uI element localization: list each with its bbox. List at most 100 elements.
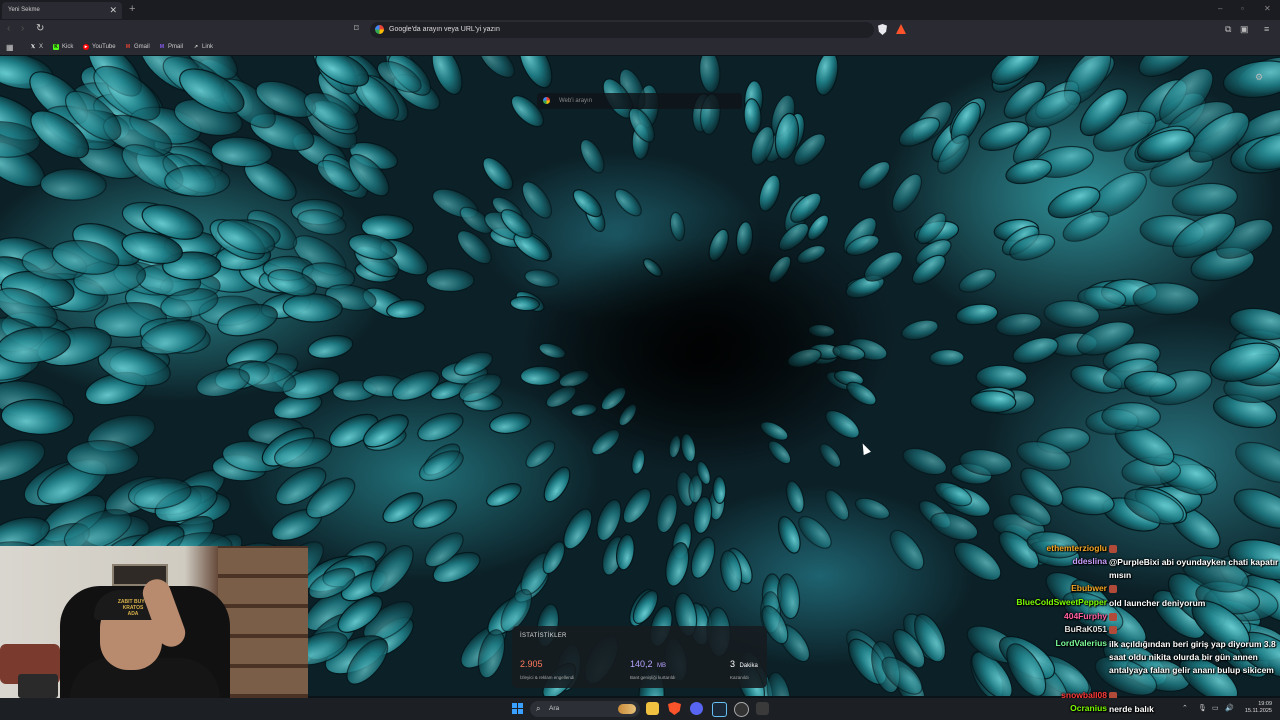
- bookmark-youtube[interactable]: ▸ YouTube: [83, 44, 116, 50]
- volume-icon[interactable]: 🔊: [1225, 704, 1234, 712]
- new-tab-button[interactable]: +: [129, 3, 135, 15]
- brave-shields-icon[interactable]: [878, 24, 887, 35]
- stat-label: Kazanıldı: [730, 675, 749, 680]
- wallpaper-petal: [857, 160, 891, 191]
- wallpaper-petal: [622, 487, 652, 524]
- wallpaper-petal: [712, 475, 727, 504]
- wallpaper-petal: [579, 138, 605, 174]
- stats-widget: İSTATİSTİKLER 2.905 İzleyici & reklam en…: [512, 626, 767, 688]
- emote-icon: [1109, 545, 1117, 553]
- clock-date: 15.11.2025: [1244, 708, 1272, 714]
- pmail-icon: M: [159, 44, 165, 50]
- bookmark-label: Link: [202, 44, 214, 50]
- youtube-icon: ▸: [83, 44, 89, 50]
- microphone-icon[interactable]: 🎙: [1198, 704, 1207, 712]
- wallet-icon[interactable]: ▣: [1240, 24, 1249, 35]
- gmail-icon: M: [125, 44, 131, 50]
- chat-username: Ocranius: [1070, 703, 1107, 713]
- search-highlight-art: [618, 704, 636, 714]
- wallpaper-petal: [766, 671, 791, 696]
- stat-unit: Dakika: [739, 663, 758, 669]
- chat-text: old launcher deniyorum: [1109, 598, 1206, 608]
- address-bar[interactable]: Google'da arayın veya URL'yi yazın: [370, 22, 874, 38]
- wallpaper-petal: [1132, 282, 1200, 316]
- wallpaper-petal: [1123, 370, 1177, 397]
- wallpaper-petal: [486, 483, 522, 507]
- browser-toolbar: ‹ › ↻ ⌑ Google'da arayın veya URL'yi yaz…: [0, 20, 1280, 40]
- wallpaper-petal: [953, 541, 1002, 581]
- kick-icon: K: [53, 44, 59, 50]
- wallpaper-petal: [1101, 401, 1161, 432]
- bookmark-link[interactable]: ↗ Link: [193, 44, 213, 50]
- wallpaper-petal: [854, 497, 891, 520]
- chat-username: ethemterzioglu: [1046, 543, 1107, 553]
- wallpaper-petal: [889, 529, 925, 571]
- obs-icon[interactable]: [734, 702, 749, 717]
- bookmark-kick[interactable]: K Kick: [53, 44, 73, 50]
- tab-new-tab[interactable]: Yeni Sekme ✕: [2, 2, 122, 19]
- forward-icon[interactable]: ›: [21, 23, 24, 34]
- network-icon[interactable]: ▭: [1212, 704, 1219, 712]
- stat-time-saved: 3 Dakika Kazanıldı: [730, 654, 758, 680]
- reload-icon[interactable]: ↻: [36, 23, 44, 34]
- wallpaper-petal: [955, 303, 999, 326]
- close-tab-icon[interactable]: ✕: [109, 5, 117, 16]
- bookmark-label: Kick: [62, 44, 74, 50]
- wallpaper-petal: [1222, 60, 1280, 99]
- bookmark-gmail[interactable]: M Gmail: [125, 44, 150, 50]
- bookmark-pmail[interactable]: M Pmail: [159, 44, 183, 50]
- bookmark-label: Pmail: [168, 44, 184, 50]
- wallpaper-petal: [164, 164, 231, 198]
- chat-username: ddeslina: [1072, 556, 1107, 566]
- address-bar-text: Google'da arayın veya URL'yi yazın: [389, 26, 500, 33]
- tab-strip: Yeni Sekme ✕ + – ▫ ✕: [0, 0, 1280, 20]
- chat-text: ilk açıldığından beri giriş yap diyorum …: [1109, 639, 1276, 675]
- dark-vortex-center: [520, 206, 900, 466]
- chat-text: [1109, 611, 1279, 624]
- settings-gear-icon[interactable]: ⚙: [1255, 72, 1263, 83]
- wallpaper-petal: [478, 56, 516, 79]
- bookmark-icon[interactable]: ⌑: [354, 23, 359, 34]
- file-explorer-icon[interactable]: [646, 702, 659, 715]
- stat-unit: MB: [656, 663, 666, 669]
- game-launcher-icon[interactable]: [756, 702, 769, 715]
- bookmark-x[interactable]: 𝕏 X: [30, 44, 43, 50]
- wallpaper-petal: [975, 364, 1028, 391]
- minimize-icon[interactable]: –: [1218, 4, 1222, 13]
- back-icon[interactable]: ‹: [7, 23, 10, 34]
- tab-title: Yeni Sekme: [8, 7, 40, 13]
- wallpaper-petal: [482, 157, 514, 191]
- stat-label: Bant genişliği kurtarıldı: [630, 675, 676, 680]
- taskbar-search[interactable]: ⌕ Ara: [530, 701, 640, 717]
- chat-username: LordValerius: [1055, 638, 1108, 648]
- bookmark-label: X: [39, 44, 44, 50]
- bookmark-label: Gmail: [134, 44, 150, 50]
- brave-browser-icon[interactable]: [668, 702, 681, 715]
- wallpaper-petal: [417, 412, 464, 442]
- menu-icon[interactable]: ≡: [1264, 24, 1269, 34]
- steam-icon[interactable]: [712, 702, 727, 717]
- wallpaper-petal: [958, 268, 997, 293]
- google-icon: [375, 25, 384, 34]
- web-search-box[interactable]: Web'i arayın: [537, 93, 742, 109]
- close-window-icon[interactable]: ✕: [1264, 4, 1271, 13]
- emote-icon: [1109, 613, 1117, 621]
- wallpaper-petal: [307, 334, 354, 359]
- maximize-icon[interactable]: ▫: [1241, 4, 1244, 13]
- wallpaper-petal: [518, 56, 553, 89]
- wallpaper-petal: [785, 480, 805, 514]
- system-clock[interactable]: 19:09 15.11.2025: [1238, 701, 1272, 715]
- extensions-icon[interactable]: ⧉: [1225, 24, 1231, 35]
- apps-grid-icon[interactable]: ▦: [6, 43, 14, 52]
- taskbar-search-placeholder: Ara: [549, 705, 560, 712]
- chat-text: [1109, 583, 1279, 596]
- wallpaper-petal: [995, 312, 1042, 337]
- wallpaper-petal: [656, 493, 678, 534]
- stat-trackers-blocked: 2.905 İzleyici & reklam engellendi: [520, 654, 574, 680]
- stats-title: İSTATİSTİKLER: [520, 633, 567, 639]
- windows-start-icon[interactable]: [512, 703, 523, 714]
- chat-text: nerde balık: [1109, 704, 1154, 714]
- wallpaper-petal: [824, 489, 850, 521]
- discord-icon[interactable]: [690, 702, 703, 715]
- brave-rewards-icon[interactable]: [896, 24, 906, 34]
